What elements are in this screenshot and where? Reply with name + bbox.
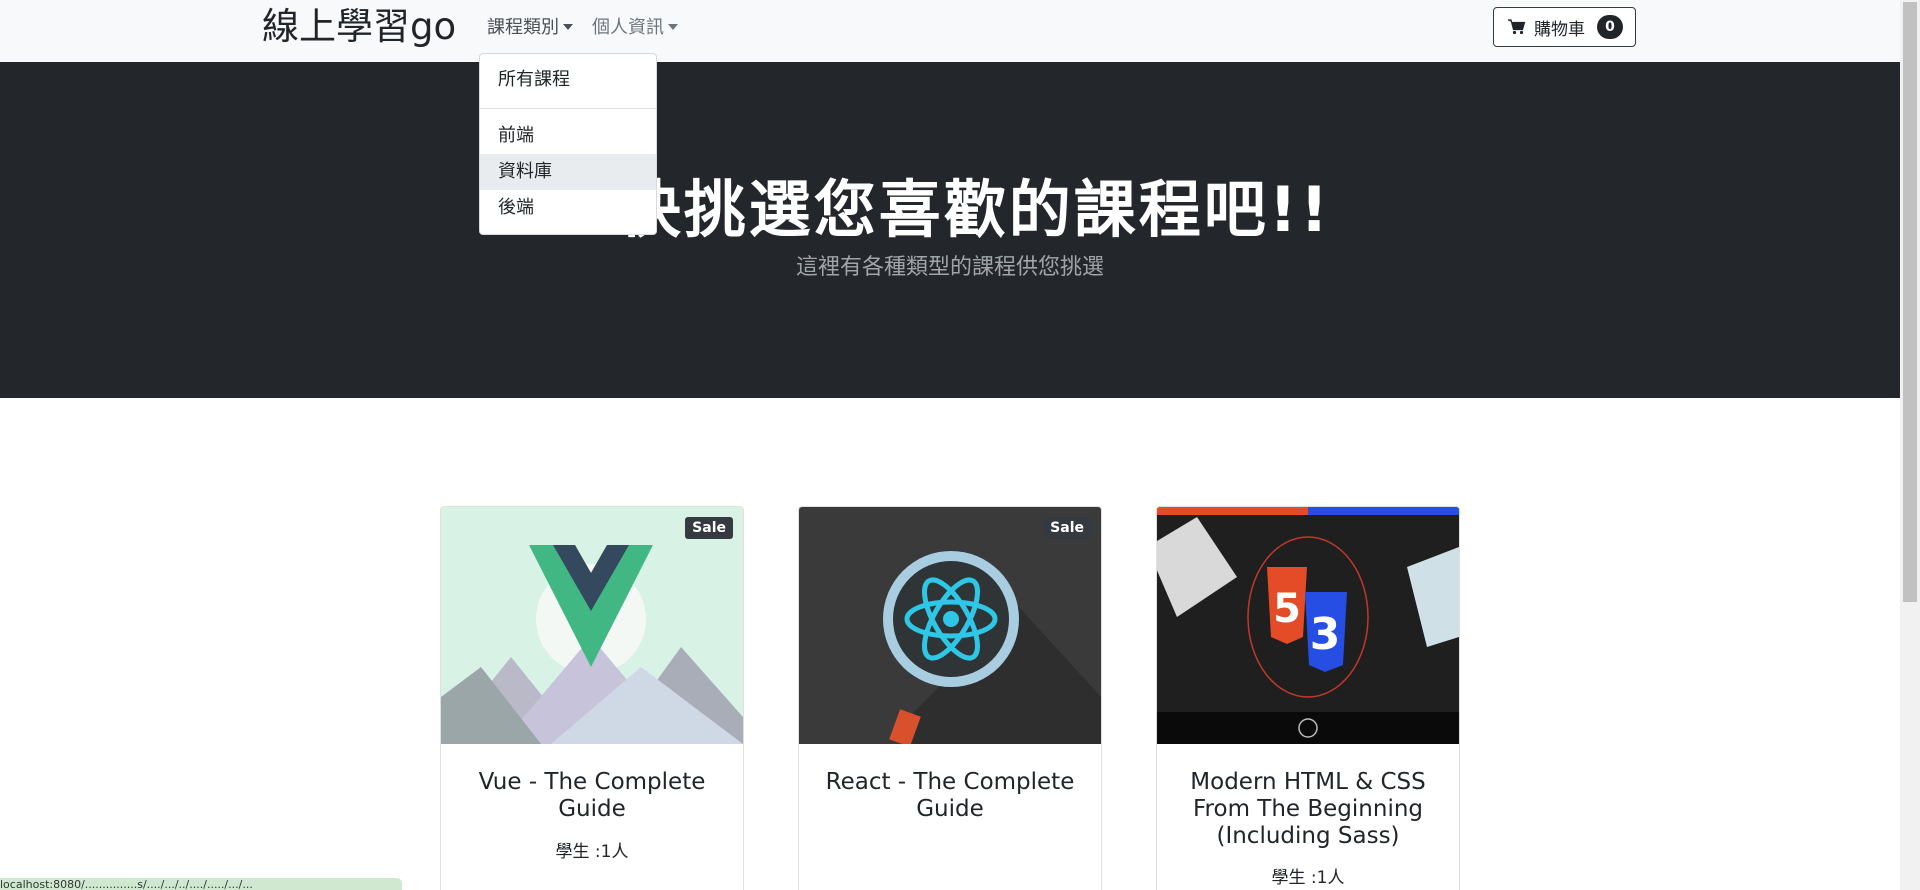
navbar: 線上學習go 課程類別 個人資訊 購物車 0: [0, 0, 1900, 62]
cart-icon: [1508, 19, 1526, 35]
html-css-sass-image: 3 5: [1157, 507, 1459, 744]
svg-text:5: 5: [1273, 586, 1301, 632]
react-logo-image: [799, 507, 1101, 744]
brand-logo[interactable]: 線上學習go: [262, 2, 456, 52]
dropdown-item-frontend[interactable]: 前端: [480, 118, 656, 154]
course-card-react[interactable]: Sale React - The Complete Guide: [798, 506, 1102, 890]
vue-logo-image: [441, 507, 743, 744]
chevron-down-icon: [668, 24, 678, 30]
course-card-html-css[interactable]: 3 5 Modern HTML & CSS From The Beginning…: [1156, 506, 1460, 890]
cart-count-badge: 0: [1597, 15, 1623, 39]
course-image-html-css[interactable]: 3 5: [1157, 507, 1459, 744]
nav-profile[interactable]: 個人資訊: [592, 14, 678, 41]
hero-subtitle: 這裡有各種類型的課程供您挑選: [795, 255, 1104, 280]
course-title[interactable]: Modern HTML & CSS From The Beginning (In…: [1177, 769, 1439, 850]
dropdown-item-backend[interactable]: 後端: [480, 190, 656, 226]
chevron-down-icon: [563, 24, 573, 30]
svg-text:3: 3: [1310, 609, 1341, 660]
cart-button[interactable]: 購物車 0: [1493, 7, 1636, 47]
sale-badge: Sale: [685, 517, 733, 539]
course-card-vue[interactable]: Sale Vue - The Complete Guide 學生 :1人: [440, 506, 744, 890]
dropdown-item-all-courses[interactable]: 所有課程: [480, 62, 656, 98]
categories-dropdown-menu: 所有課程 前端 資料庫 後端: [479, 53, 657, 235]
browser-status-bar: localhost:8080/...............s/..../...…: [0, 878, 402, 890]
course-students: 學生 :1人: [1271, 868, 1345, 888]
cart-label: 購物車: [1534, 19, 1585, 40]
course-students: 學生 :1人: [555, 842, 629, 862]
nav-course-categories[interactable]: 課程類別: [487, 14, 573, 41]
nav-course-categories-label: 課程類別: [487, 17, 559, 38]
hero-title: 快挑選您喜歡的課程吧!!: [618, 173, 1332, 246]
course-image-vue[interactable]: Sale: [441, 507, 743, 744]
course-title[interactable]: Vue - The Complete Guide: [461, 769, 723, 823]
scrollbar-thumb[interactable]: [1903, 2, 1917, 602]
hero-banner: 快挑選您喜歡的課程吧!! 這裡有各種類型的課程供您挑選: [0, 62, 1900, 398]
dropdown-item-database[interactable]: 資料庫: [480, 154, 656, 190]
page-scrollbar[interactable]: [1900, 0, 1920, 890]
course-image-react[interactable]: Sale: [799, 507, 1101, 744]
nav-profile-label: 個人資訊: [592, 17, 664, 38]
sale-badge: Sale: [1043, 517, 1091, 539]
dropdown-divider: [480, 108, 656, 109]
course-title[interactable]: React - The Complete Guide: [819, 769, 1081, 823]
